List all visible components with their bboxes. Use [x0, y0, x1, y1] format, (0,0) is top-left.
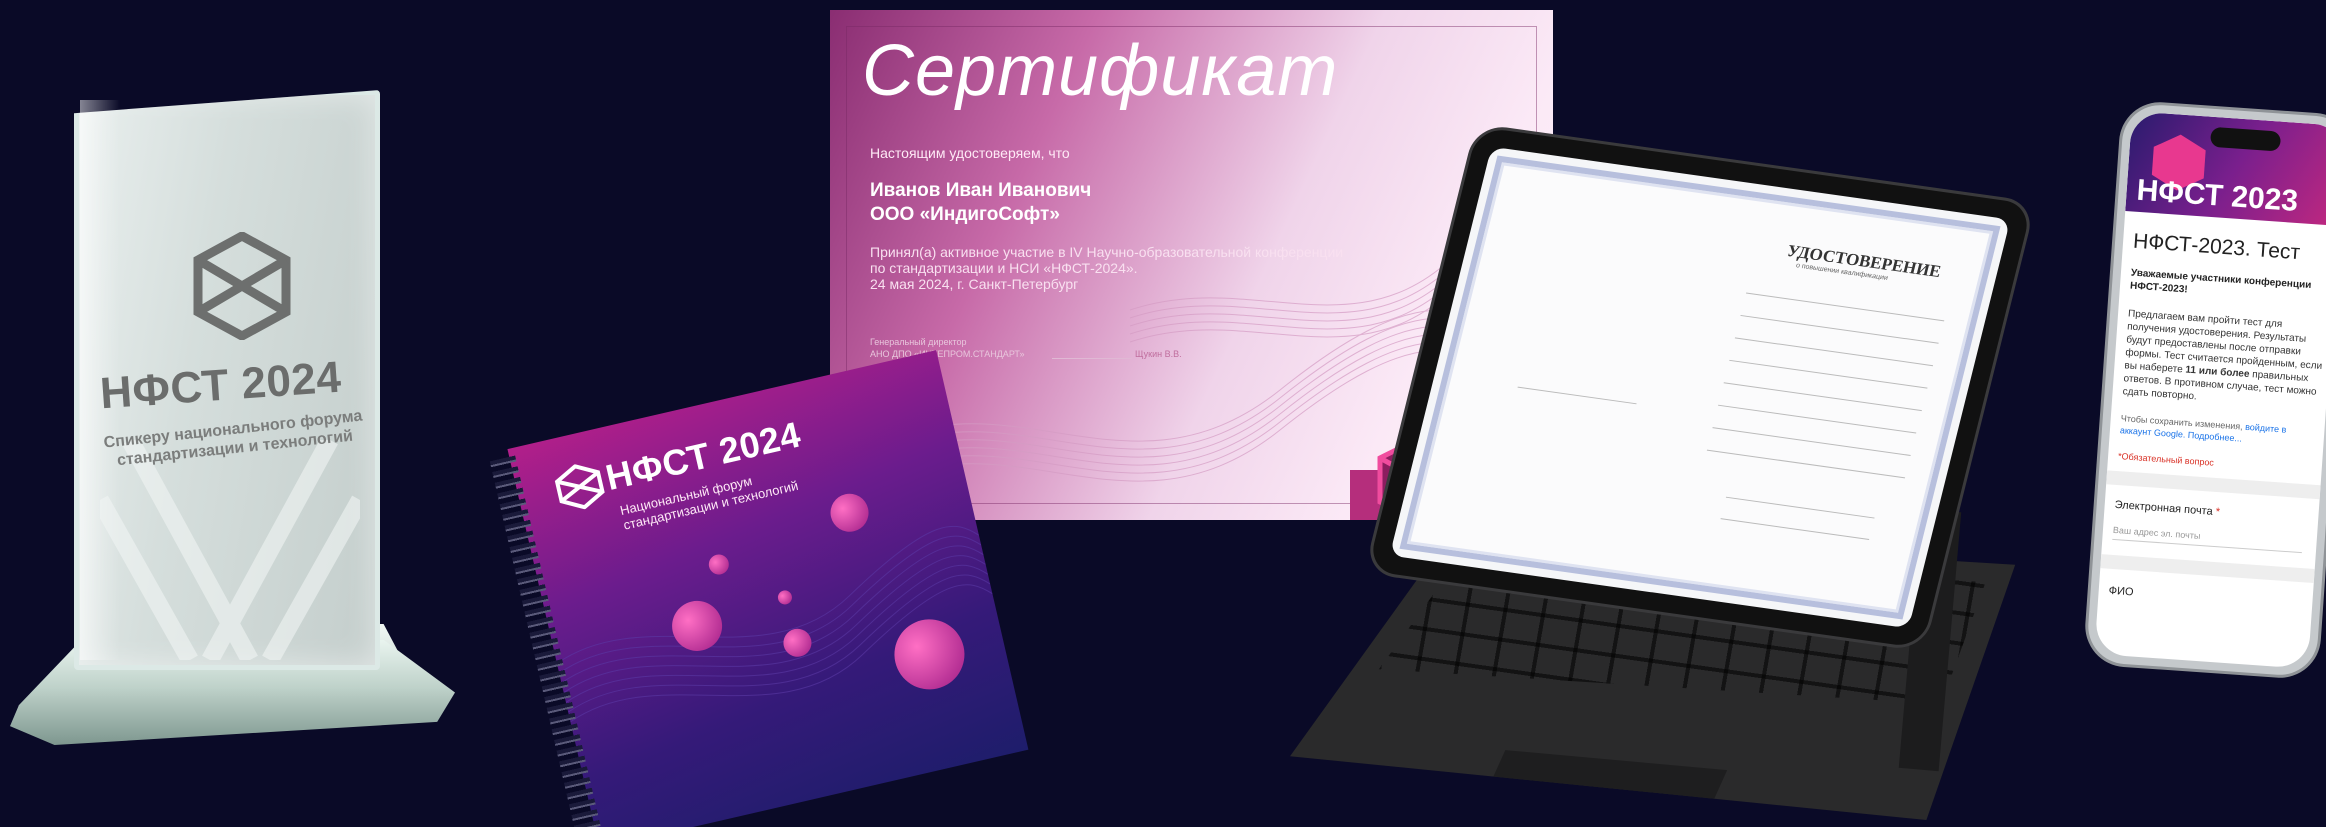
- required-star: *: [2215, 506, 2221, 519]
- form-line: [1734, 337, 1934, 367]
- certificate-recipient-name: Иванов Иван Иванович: [870, 180, 1092, 201]
- save-notice: Чтобы сохранить изменения, войдите в акк…: [2120, 412, 2321, 450]
- form-line: [1718, 404, 1917, 434]
- form-line: [1723, 382, 1922, 412]
- form-line: [1720, 518, 1870, 541]
- signature-line: [1052, 358, 1132, 359]
- tablet-with-keyboard: УДОСТОВЕРЕНИЕ о повышении квалификации: [1270, 126, 2050, 827]
- fio-label: ФИО: [2108, 584, 2134, 599]
- email-label-text: Электронная почта: [2114, 498, 2214, 518]
- section-divider: [2106, 470, 2321, 500]
- certificate-recipient-org: ООО «ИндигоСофт»: [870, 204, 1060, 225]
- required-note: *Обязательный вопрос: [2117, 451, 2215, 468]
- signer-name: Щукин В.В.: [1135, 349, 1182, 359]
- phone-screen: НФСТ 2023 НФСТ-2023. Тест Уважаемые учас…: [2094, 111, 2326, 669]
- form-line: [1729, 359, 1928, 389]
- smartphone: НФСТ 2023 НФСТ-2023. Тест Уважаемые учас…: [2085, 102, 2326, 678]
- keyboard-trackpad: [1482, 750, 1728, 820]
- banner-title: НФСТ 2023: [2135, 173, 2300, 218]
- form-line: [1706, 449, 1906, 479]
- tablet-device: УДОСТОВЕРЕНИЕ о повышении квалификации: [1367, 126, 2033, 649]
- trophy-diagonal-decor: [100, 440, 360, 660]
- form-line: [1517, 386, 1637, 405]
- form-description-text: Предлагаем вам пройти тест для получения…: [2124, 308, 2323, 376]
- tablet-screen: УДОСТОВЕРЕНИЕ о повышении квалификации: [1389, 146, 2011, 629]
- form-description: Предлагаем вам пройти тест для получения…: [2122, 307, 2326, 412]
- award-trophy: НФСТ 2024 Спикеру национального форума с…: [0, 0, 470, 760]
- section-divider: [2100, 554, 2315, 584]
- email-label: Электронная почта *: [2114, 499, 2220, 518]
- email-input-underline: [2112, 538, 2302, 554]
- credential-document: УДОСТОВЕРЕНИЕ о повышении квалификации: [1399, 155, 2001, 620]
- certificate-intro: Настоящим удостоверяем, что: [870, 145, 1070, 161]
- form-line: [1745, 292, 1945, 322]
- email-input[interactable]: Ваш адрес эл. почты: [2113, 525, 2201, 541]
- certificate-title: Сертификат: [862, 31, 1339, 111]
- notebook-cover: НФСТ 2024 Национальный форум стандартиза…: [507, 350, 1029, 827]
- cube-logo-icon: [193, 232, 291, 340]
- form-line: [1725, 496, 1875, 519]
- form-line: [1740, 314, 1939, 344]
- form-greeting: Уважаемые участники конференции НФСТ-202…: [2129, 267, 2312, 296]
- branded-notebook: НФСТ 2024 Национальный форум стандартиза…: [478, 335, 1052, 827]
- form-line: [1712, 427, 1911, 456]
- form-title: НФСТ-2023. Тест: [2132, 229, 2301, 265]
